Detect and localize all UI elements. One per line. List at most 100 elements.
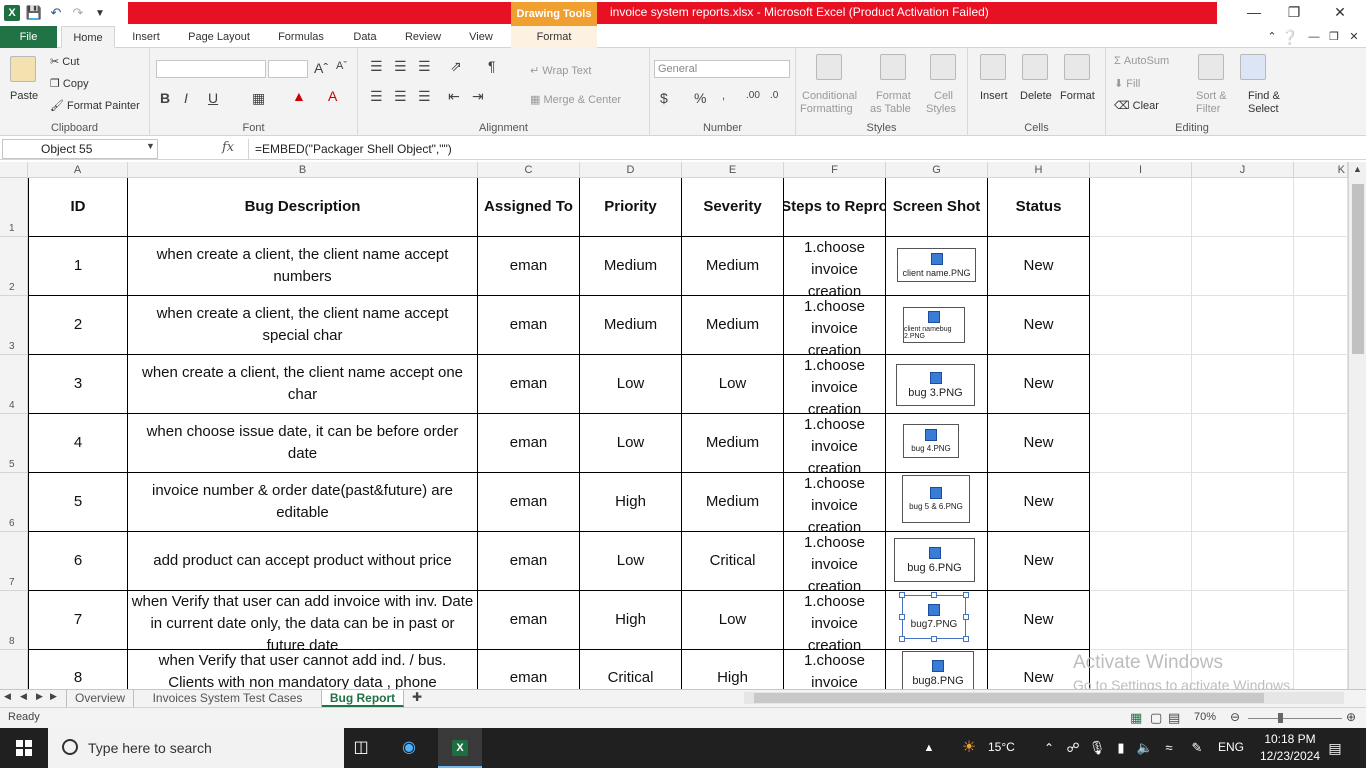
empty-cell[interactable] bbox=[1294, 473, 1348, 532]
align-left-icon[interactable]: ☰ bbox=[370, 88, 383, 105]
cell-assigned[interactable]: eman bbox=[478, 532, 580, 591]
cell-priority[interactable]: Low bbox=[580, 355, 682, 414]
cell-priority[interactable]: Low bbox=[580, 414, 682, 473]
tab-home[interactable]: Home bbox=[61, 26, 115, 48]
cell-description[interactable]: when Verify that user can add invoice wi… bbox=[128, 591, 478, 650]
resize-handle[interactable] bbox=[931, 592, 937, 598]
zoom-slider[interactable] bbox=[1248, 718, 1342, 719]
empty-cell[interactable] bbox=[1294, 237, 1348, 296]
doc-minimize-icon[interactable]: — bbox=[1304, 29, 1324, 45]
embedded-object[interactable]: bug8.PNG bbox=[902, 651, 974, 689]
cell-priority[interactable]: Low bbox=[580, 532, 682, 591]
conditional-formatting-button[interactable]: Conditional bbox=[802, 90, 857, 102]
format-as-table-button[interactable]: Format bbox=[876, 90, 911, 102]
cell-assigned[interactable]: eman bbox=[478, 473, 580, 532]
row-header[interactable]: 1 bbox=[0, 178, 28, 237]
select-all-corner[interactable] bbox=[0, 162, 28, 178]
resize-handle[interactable] bbox=[899, 592, 905, 598]
worksheet-grid[interactable]: 1 ID Bug Description Assigned To Priorit… bbox=[0, 178, 1348, 689]
cell-id[interactable]: 5 bbox=[28, 473, 128, 532]
cell-status[interactable]: New bbox=[988, 355, 1090, 414]
font-name-combo[interactable] bbox=[156, 60, 266, 78]
format-painter-button[interactable]: 🖌 Format Painter bbox=[50, 99, 140, 112]
zoom-level[interactable]: 70% bbox=[1194, 711, 1216, 723]
horizontal-scroll-thumb[interactable] bbox=[754, 693, 1264, 703]
currency-icon[interactable]: $ bbox=[660, 90, 668, 106]
cell-styles-icon[interactable] bbox=[930, 54, 956, 80]
cell-id[interactable]: 7 bbox=[28, 591, 128, 650]
column-header[interactable]: K bbox=[1294, 162, 1348, 178]
cell-description[interactable]: when create a client, the client name ac… bbox=[128, 355, 478, 414]
cell-status[interactable]: New bbox=[988, 237, 1090, 296]
column-header[interactable]: E bbox=[682, 162, 784, 178]
cell-severity[interactable]: Low bbox=[682, 591, 784, 650]
copy-button[interactable]: ❐ Copy bbox=[50, 77, 89, 90]
last-sheet-icon[interactable]: ▶ bbox=[50, 691, 57, 702]
tab-formulas[interactable]: Formulas bbox=[268, 26, 334, 48]
row-header[interactable]: 6 bbox=[0, 473, 28, 532]
decrease-indent-icon[interactable]: ⇤ bbox=[448, 88, 460, 105]
doc-restore-icon[interactable]: ❐ bbox=[1324, 29, 1344, 45]
resize-handle[interactable] bbox=[899, 614, 905, 620]
paste-button[interactable]: Paste bbox=[10, 90, 38, 102]
cell-priority[interactable]: High bbox=[580, 473, 682, 532]
align-center-icon[interactable]: ☰ bbox=[394, 88, 407, 105]
resize-handle[interactable] bbox=[963, 614, 969, 620]
taskbar-search[interactable]: Type here to search bbox=[48, 728, 344, 768]
clear-button[interactable]: ⌫ Clear bbox=[1114, 99, 1159, 112]
header-cell-screenshot[interactable]: Screen Shot bbox=[886, 178, 988, 237]
bold-icon[interactable]: B bbox=[160, 90, 170, 106]
empty-cell[interactable] bbox=[1192, 296, 1294, 355]
align-right-icon[interactable]: ☰ bbox=[418, 88, 431, 105]
weather-temp[interactable]: 15°C bbox=[988, 740, 1015, 754]
empty-cell[interactable] bbox=[1294, 650, 1348, 689]
prev-sheet-icon[interactable]: ◀ bbox=[20, 691, 27, 702]
conditional-formatting-icon[interactable] bbox=[816, 54, 842, 80]
scroll-thumb[interactable] bbox=[1352, 184, 1364, 354]
notifications-icon[interactable]: ▤ bbox=[1322, 736, 1348, 760]
shrink-font-icon[interactable]: Aˇ bbox=[336, 60, 347, 72]
page-layout-view-icon[interactable]: ▢ bbox=[1150, 710, 1162, 726]
cell-priority[interactable]: Medium bbox=[580, 296, 682, 355]
cell-description[interactable]: invoice number & order date(past&future)… bbox=[128, 473, 478, 532]
windows-start-icon[interactable] bbox=[0, 728, 48, 768]
cell-severity[interactable]: Medium bbox=[682, 414, 784, 473]
cell-steps[interactable]: 1.choose invoice creation bbox=[784, 296, 886, 355]
zoom-out-icon[interactable]: ⊖ bbox=[1230, 710, 1240, 724]
empty-cell[interactable] bbox=[1294, 591, 1348, 650]
percent-icon[interactable]: % bbox=[694, 90, 706, 106]
find-select-icon[interactable] bbox=[1240, 54, 1266, 80]
cell-assigned[interactable]: eman bbox=[478, 650, 580, 689]
empty-cell[interactable] bbox=[1192, 591, 1294, 650]
clock-time[interactable]: 10:18 PM bbox=[1260, 732, 1320, 746]
clock-date[interactable]: 12/23/2024 bbox=[1252, 749, 1328, 763]
cell-status[interactable]: New bbox=[988, 532, 1090, 591]
cell-assigned[interactable]: eman bbox=[478, 591, 580, 650]
zoom-in-icon[interactable]: ⊕ bbox=[1346, 710, 1356, 724]
decrease-decimal-icon[interactable]: .0 bbox=[770, 90, 778, 101]
header-cell-status[interactable]: Status bbox=[988, 178, 1090, 237]
name-box[interactable]: Object 55 bbox=[2, 139, 158, 159]
new-sheet-icon[interactable]: ✚ bbox=[412, 690, 422, 704]
align-bottom-icon[interactable]: ☰ bbox=[418, 58, 431, 75]
minimize-icon[interactable]: — bbox=[1244, 4, 1264, 20]
number-format-combo[interactable]: General bbox=[654, 60, 790, 78]
header-cell-severity[interactable]: Severity bbox=[682, 178, 784, 237]
cell-status[interactable]: New bbox=[988, 296, 1090, 355]
show-hidden-icons[interactable]: ⌃ bbox=[1036, 736, 1062, 760]
wifi-icon[interactable]: ≈ bbox=[1156, 736, 1182, 760]
empty-cell[interactable] bbox=[1090, 355, 1192, 414]
cell-priority[interactable]: Critical bbox=[580, 650, 682, 689]
row-header[interactable]: 4 bbox=[0, 355, 28, 414]
task-view-icon[interactable]: ◫ bbox=[348, 736, 374, 760]
empty-cell[interactable] bbox=[1192, 355, 1294, 414]
formula-input[interactable]: =EMBED("Packager Shell Object","") bbox=[248, 139, 1348, 159]
font-size-combo[interactable] bbox=[268, 60, 308, 78]
format-cells-button[interactable]: Format bbox=[1060, 90, 1095, 102]
cell-status[interactable]: New bbox=[988, 473, 1090, 532]
browser-icon[interactable]: ◉ bbox=[396, 736, 422, 760]
cell-priority[interactable]: High bbox=[580, 591, 682, 650]
grow-font-icon[interactable]: Aˆ bbox=[314, 60, 328, 76]
cell-description[interactable]: add product can accept product without p… bbox=[128, 532, 478, 591]
page-break-view-icon[interactable]: ▤ bbox=[1168, 710, 1180, 726]
